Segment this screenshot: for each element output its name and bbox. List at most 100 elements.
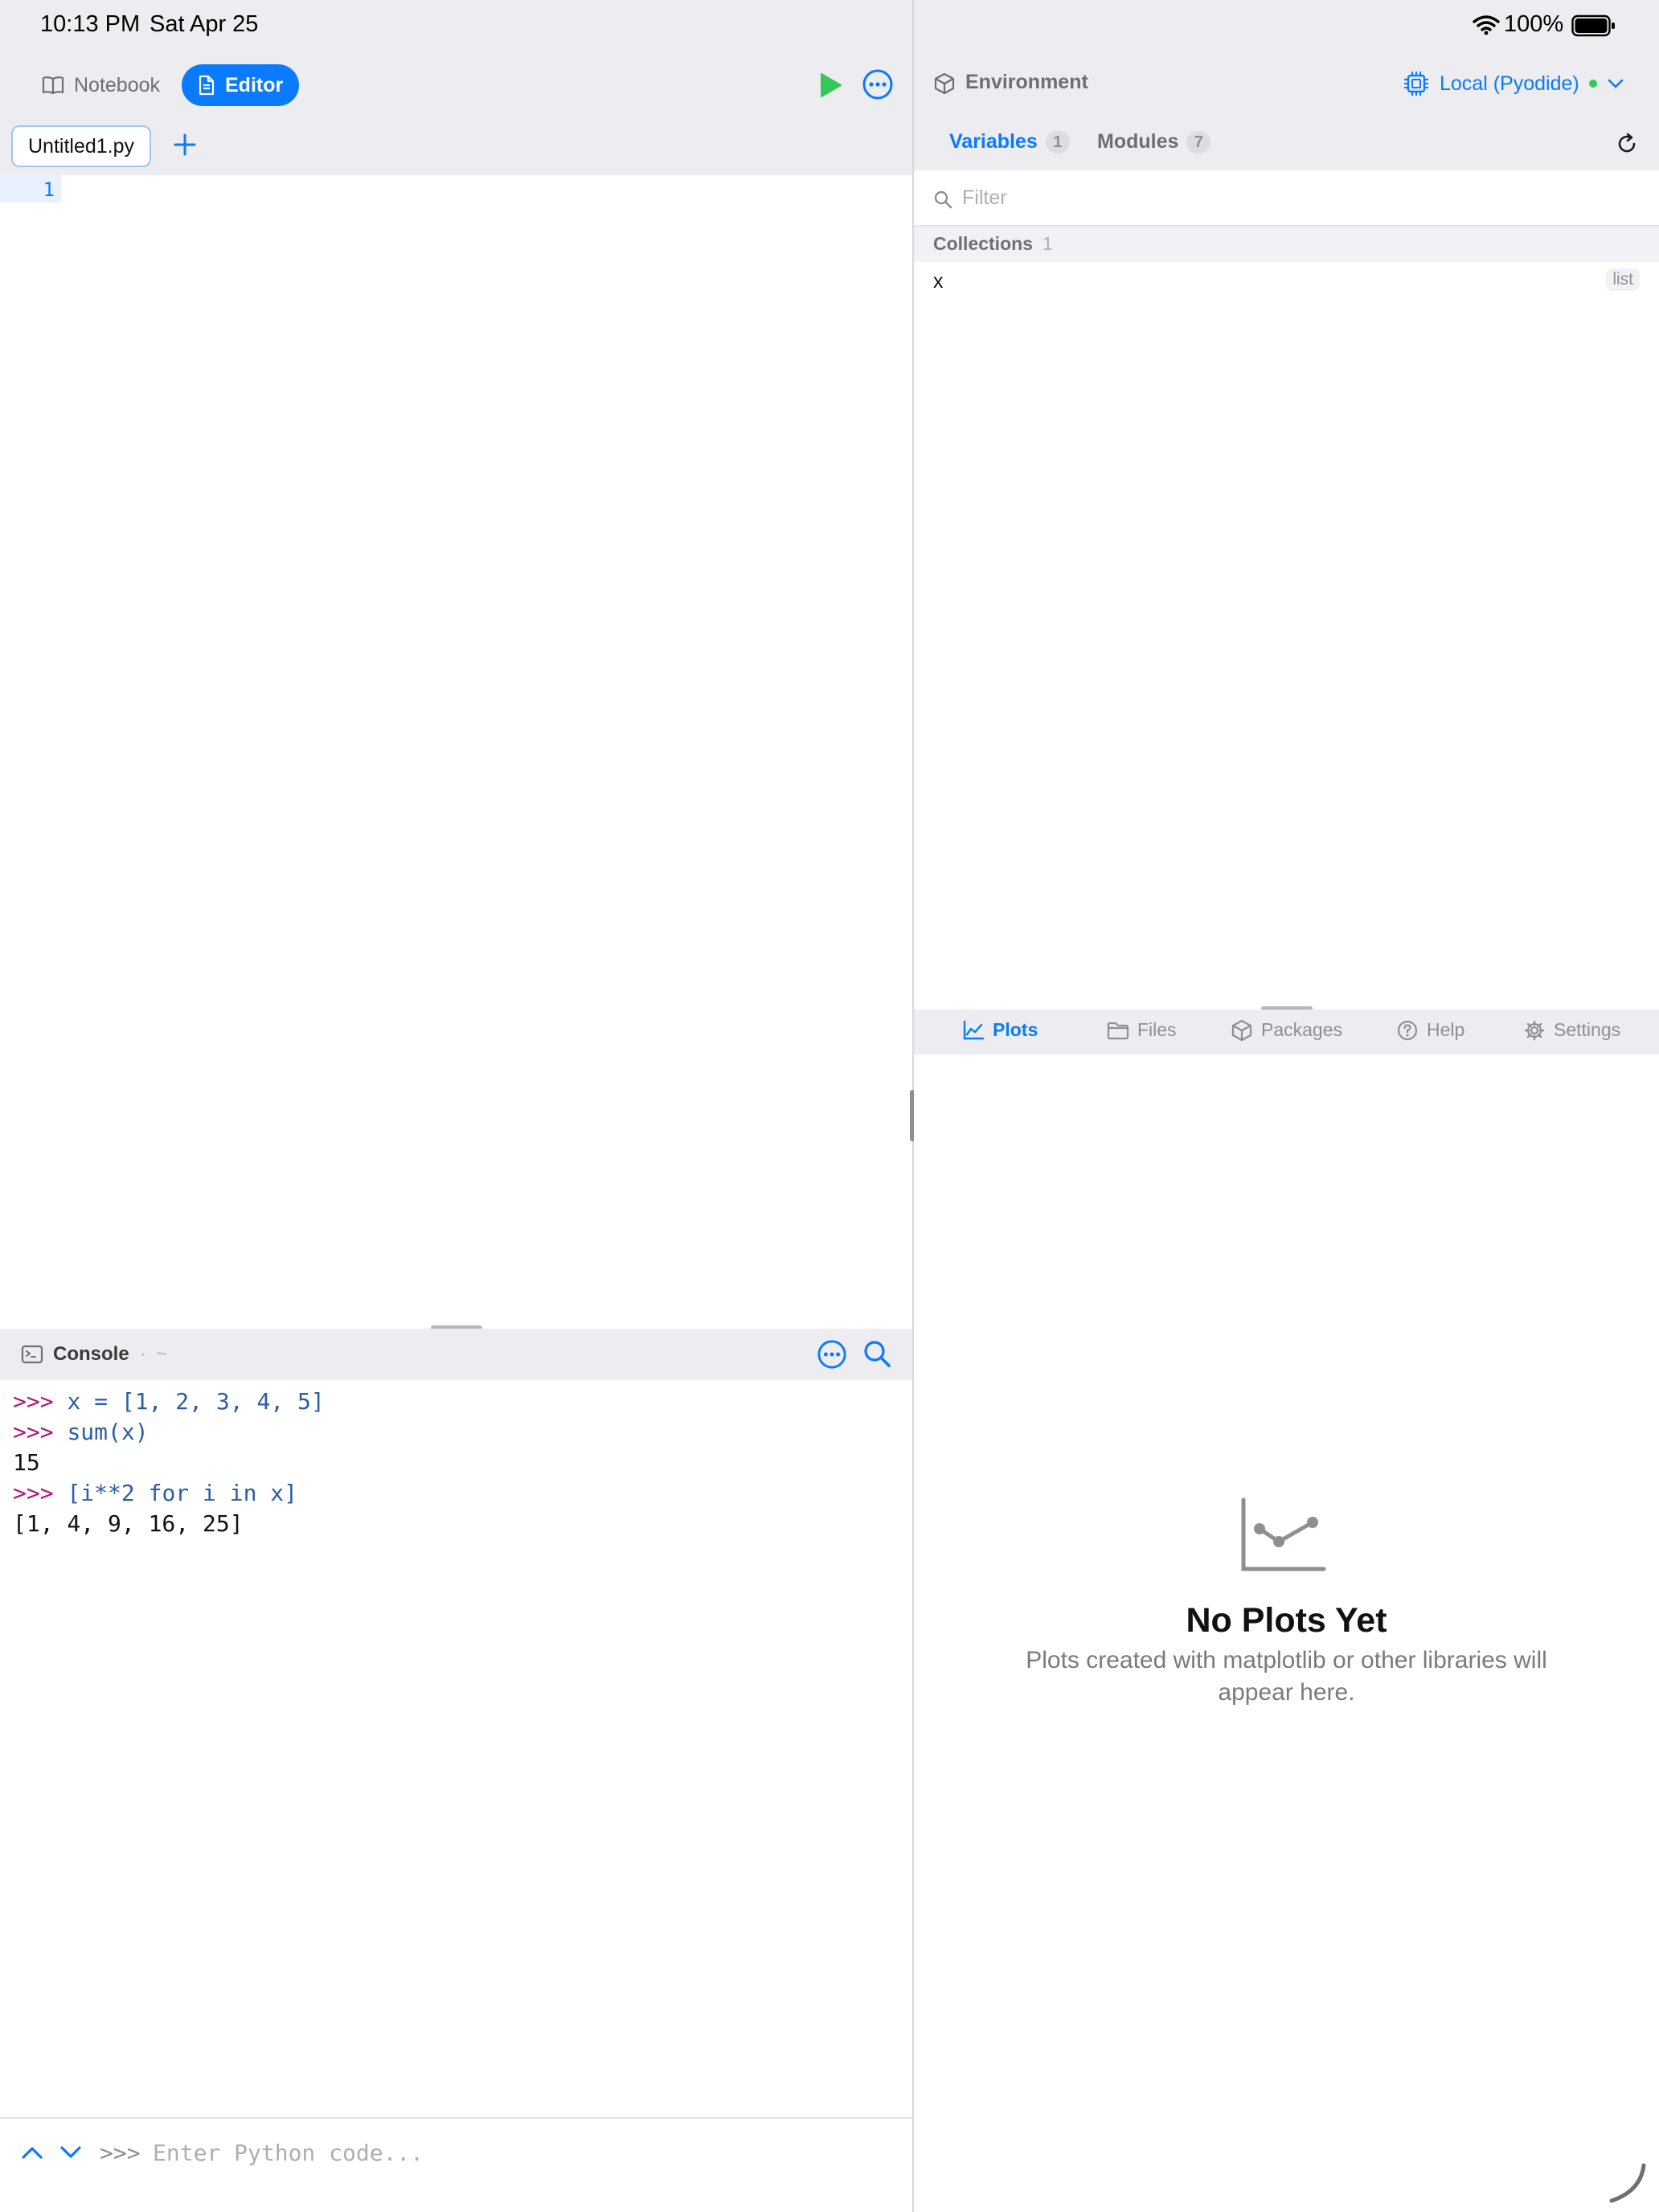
status-bar-left: 10:13 PM Sat Apr 25 <box>0 0 912 51</box>
notebook-mode-button[interactable]: Notebook <box>32 64 170 106</box>
console-result: [1, 4, 9, 16, 25] <box>13 1510 244 1537</box>
environment-title: Environment <box>965 71 1088 93</box>
status-time: 10:13 PM <box>40 11 141 37</box>
folder-icon <box>1107 1022 1129 1039</box>
tab-help-label: Help <box>1427 1019 1465 1040</box>
collections-group-header: Collections 1 <box>914 227 1659 262</box>
console-title: Console <box>53 1343 129 1365</box>
environment-tabs: Variables 1 Modules 7 <box>914 116 1659 170</box>
history-up-button[interactable] <box>19 2143 45 2162</box>
history-down-button[interactable] <box>58 2143 84 2162</box>
console-line: >>> x = [1, 2, 3, 4, 5] <box>13 1388 325 1415</box>
cpu-icon <box>1403 70 1430 97</box>
search-icon <box>933 190 952 209</box>
input-prompt: >>> <box>100 2140 141 2166</box>
refresh-button[interactable] <box>1615 132 1639 156</box>
console-output: >>> x = [1, 2, 3, 4, 5] >>> sum(x) 15 >>… <box>0 1380 912 2117</box>
tab-help[interactable]: Help <box>1396 1019 1464 1041</box>
terminal-icon <box>21 1345 43 1364</box>
empty-state-title: No Plots Yet <box>1186 1601 1387 1640</box>
tab-settings-label: Settings <box>1554 1019 1621 1040</box>
editor-mode-label: Editor <box>225 73 284 96</box>
gear-icon <box>1524 1020 1545 1040</box>
chevron-down-icon <box>1607 78 1624 89</box>
variable-row[interactable]: x list <box>914 262 1659 299</box>
console-line: >>> sum(x) <box>13 1419 149 1445</box>
status-date: Sat Apr 25 <box>150 11 259 37</box>
tab-files-label: Files <box>1137 1019 1177 1040</box>
scroll-indicator <box>1602 2159 1650 2207</box>
kernel-status-dot <box>1588 80 1597 88</box>
editor-toolbar: Notebook Editor <box>0 51 912 119</box>
battery-icon <box>1571 14 1616 37</box>
bottom-tab-bar: Plots Files Packages Help Settings <box>914 1010 1659 1055</box>
ellipsis-circle-icon <box>862 69 893 100</box>
question-circle-icon <box>1397 1020 1418 1040</box>
collections-count: 1 <box>1043 233 1053 254</box>
line-chart-icon <box>963 1020 985 1039</box>
book-icon <box>42 76 64 95</box>
console-more-button[interactable] <box>817 1339 847 1370</box>
console-input-echo: [i**2 for i in x] <box>67 1480 298 1506</box>
console-prompt: >>> <box>13 1419 54 1445</box>
left-pane: 10:13 PM Sat Apr 25 Notebook Editor Unti… <box>0 0 912 2212</box>
document-icon <box>198 75 215 96</box>
console-input-echo: x = [1, 2, 3, 4, 5] <box>67 1388 325 1415</box>
tab-variables-label: Variables <box>949 130 1038 153</box>
tab-modules[interactable]: Modules 7 <box>1097 130 1211 154</box>
notebook-mode-label: Notebook <box>74 73 161 96</box>
variables-count-badge: 1 <box>1045 130 1070 154</box>
editor-mode-button[interactable]: Editor <box>182 64 300 106</box>
tab-files[interactable]: Files <box>1107 1019 1177 1041</box>
wifi-icon <box>1473 14 1500 35</box>
python-code-input[interactable] <box>153 2133 876 2172</box>
play-icon <box>821 73 842 97</box>
modules-count-badge: 7 <box>1186 130 1211 154</box>
file-tab-bar: Untitled1.py <box>0 119 912 175</box>
kernel-name: Local (Pyodide) <box>1440 72 1579 95</box>
console-separator: · <box>140 1343 146 1365</box>
battery-percentage: 100% <box>1504 11 1564 37</box>
console-search-button[interactable] <box>862 1338 892 1369</box>
console-input-echo: sum(x) <box>67 1419 149 1445</box>
tab-packages-label: Packages <box>1261 1019 1343 1040</box>
line-number: 1 <box>43 178 55 201</box>
editor-more-button[interactable] <box>862 68 894 100</box>
environment-header: Environment Local (Pyodide) <box>914 51 1659 116</box>
code-editor[interactable]: 1 <box>0 175 912 1326</box>
tab-plots[interactable]: Plots <box>962 1019 1038 1041</box>
add-file-button[interactable] <box>172 132 198 158</box>
chevron-down-icon <box>60 2146 81 2158</box>
tab-packages[interactable]: Packages <box>1231 1019 1342 1041</box>
console-result: 15 <box>13 1449 40 1476</box>
right-pane: 100% Environment Local (Pyodide) Variabl… <box>914 0 1659 2212</box>
tab-variables[interactable]: Variables 1 <box>949 130 1070 154</box>
empty-state-message: Plots created with matplotlib or other l… <box>1026 1647 1547 1706</box>
search-icon <box>864 1341 891 1367</box>
console-input-bar: >>> <box>0 2117 912 2189</box>
tab-plots-label: Plots <box>993 1019 1038 1040</box>
cube-icon <box>1231 1019 1252 1041</box>
filter-bar <box>914 170 1659 227</box>
collections-title: Collections <box>933 233 1033 254</box>
cube-icon <box>933 72 956 95</box>
tab-settings[interactable]: Settings <box>1523 1019 1620 1041</box>
tab-modules-label: Modules <box>1097 130 1179 153</box>
variable-name: x <box>933 270 944 293</box>
line-chart-icon <box>1239 1497 1327 1574</box>
ellipsis-circle-icon <box>817 1340 846 1369</box>
kernel-picker[interactable]: Local (Pyodide) <box>1403 68 1624 100</box>
current-line-gutter: 1 <box>0 175 61 203</box>
console-directory: ~ <box>156 1343 168 1365</box>
plots-panel: No Plots Yet Plots created with matplotl… <box>914 1055 1659 2188</box>
console-prompt: >>> <box>13 1480 54 1506</box>
file-tab-untitled1[interactable]: Untitled1.py <box>11 125 151 167</box>
run-button[interactable] <box>815 71 844 100</box>
status-bar-right: 100% <box>914 0 1659 51</box>
console-line: >>> [i**2 for i in x] <box>13 1480 297 1506</box>
refresh-icon <box>1618 133 1636 153</box>
console-header: Console · ~ <box>0 1329 912 1380</box>
variable-type-badge: list <box>1606 268 1640 291</box>
filter-input[interactable] <box>962 182 1621 214</box>
plus-icon <box>174 133 196 156</box>
